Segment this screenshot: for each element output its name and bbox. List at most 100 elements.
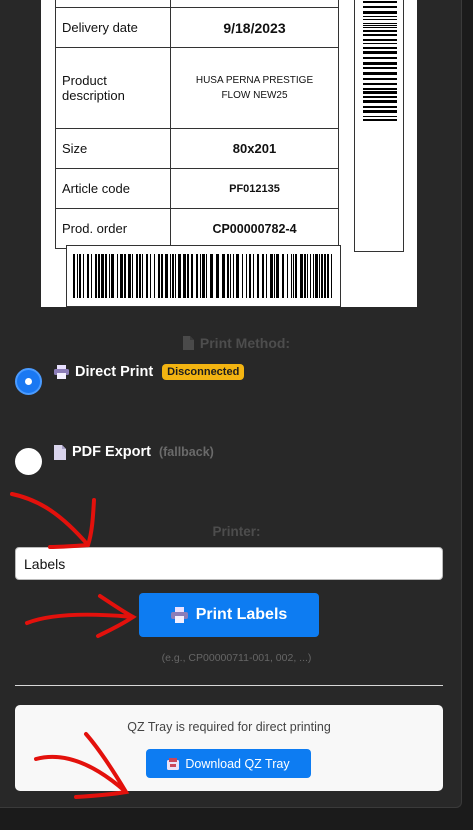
barcode-bar bbox=[363, 100, 397, 103]
row-key: Prod. order bbox=[55, 208, 171, 249]
barcode-bar bbox=[95, 254, 97, 298]
barcode-bar bbox=[300, 254, 303, 298]
table-row: Delivery date 9/18/2023 bbox=[55, 7, 339, 48]
row-key: Size bbox=[55, 128, 171, 169]
barcode-bar bbox=[216, 254, 219, 298]
barcode-bar bbox=[363, 1, 397, 3]
barcode bbox=[66, 245, 341, 307]
barcode-bar bbox=[242, 254, 243, 298]
barcode-bar bbox=[262, 254, 264, 298]
barcode-bar bbox=[257, 254, 259, 298]
prod-order-value: CP00000782-4 bbox=[170, 208, 339, 249]
barcode-bar bbox=[307, 254, 308, 298]
barcode-bar bbox=[191, 254, 193, 298]
barcode-bar bbox=[363, 62, 397, 65]
printer-field[interactable] bbox=[15, 547, 443, 580]
barcode-bar bbox=[222, 254, 225, 298]
table-row bbox=[55, 0, 339, 8]
product-description-value: HUSA PERNA PRESTIGE FLOW NEW25 bbox=[170, 47, 339, 129]
barcode-bar bbox=[363, 30, 397, 32]
barcode-bar bbox=[101, 254, 104, 298]
barcode-bar bbox=[183, 254, 186, 298]
barcode-bar bbox=[175, 254, 176, 298]
barcode-bar bbox=[321, 254, 323, 298]
barcode-bar bbox=[363, 91, 397, 94]
row-key: Product description bbox=[55, 47, 171, 129]
barcode-bar bbox=[295, 254, 297, 298]
barcode-bar bbox=[319, 254, 320, 298]
barcode-bar bbox=[246, 254, 247, 298]
barcode-bar bbox=[363, 78, 397, 80]
barcode-bar bbox=[270, 254, 273, 298]
barcode-bar bbox=[117, 254, 118, 298]
barcode-bar bbox=[165, 254, 168, 298]
barcode-bar bbox=[315, 254, 318, 298]
table-row: Product description HUSA PERNA PRESTIGE … bbox=[55, 47, 339, 129]
barcode-bar bbox=[146, 254, 148, 298]
barcode-bar bbox=[363, 47, 397, 49]
fallback-note: (fallback) bbox=[158, 445, 214, 459]
qz-required-message: QZ Tray is required for direct printing bbox=[127, 720, 331, 734]
printer-icon bbox=[170, 607, 188, 623]
barcode-bar bbox=[253, 254, 254, 298]
barcode-bar bbox=[87, 254, 89, 298]
barcode-bar bbox=[249, 254, 251, 298]
article-code-value: PF012135 bbox=[170, 168, 339, 209]
barcode-bar bbox=[313, 254, 314, 298]
delivery-date-value: 9/18/2023 bbox=[170, 7, 339, 48]
barcode-bar bbox=[120, 254, 123, 298]
barcode-bar bbox=[178, 254, 181, 298]
barcode-bar bbox=[363, 72, 397, 75]
barcode-bar bbox=[136, 254, 138, 298]
barcode-bar bbox=[139, 254, 141, 298]
divider bbox=[15, 685, 443, 686]
label-info-table: Delivery date 9/18/2023 Product descript… bbox=[55, 0, 339, 249]
barcode-bar bbox=[287, 254, 288, 298]
print-labels-button[interactable]: Print Labels bbox=[139, 593, 319, 637]
barcode-bar bbox=[327, 254, 329, 298]
barcode-bar bbox=[132, 254, 133, 298]
barcode-bar bbox=[202, 254, 205, 298]
barcode-bar bbox=[187, 254, 189, 298]
order-format-hint: (e.g., CP00000711-001, 002, ...) bbox=[161, 652, 312, 664]
pdf-export-option[interactable]: PDF Export (fallback) bbox=[54, 444, 214, 460]
barcode-bar bbox=[105, 254, 107, 298]
row-key: Delivery date bbox=[55, 7, 171, 48]
barcode-bar bbox=[77, 254, 78, 298]
barcode-bar bbox=[124, 254, 126, 298]
qz-tray-notice: QZ Tray is required for direct printing … bbox=[15, 705, 443, 791]
table-row: Article code PF012135 bbox=[55, 168, 339, 209]
barcode-bar bbox=[363, 23, 397, 24]
barcode-bar bbox=[98, 254, 100, 298]
barcode-bar bbox=[363, 16, 397, 17]
barcode-bar bbox=[291, 254, 292, 298]
pdf-export-radio[interactable] bbox=[15, 448, 42, 475]
barcode-bar bbox=[363, 67, 397, 69]
barcode-bar bbox=[266, 254, 267, 298]
barcode-bar bbox=[363, 57, 397, 59]
barcode-bar bbox=[363, 116, 397, 117]
barcode-bar bbox=[170, 254, 171, 298]
barcode-bar bbox=[109, 254, 110, 298]
barcode-bar bbox=[363, 88, 397, 90]
printer-icon bbox=[54, 365, 69, 379]
barcode-bar bbox=[363, 27, 397, 28]
download-icon bbox=[167, 757, 180, 770]
barcode-bar bbox=[363, 51, 397, 54]
barcode-bar bbox=[230, 254, 231, 298]
barcode-bar bbox=[363, 119, 397, 121]
barcode-bar bbox=[304, 254, 306, 298]
label-preview: Delivery date 9/18/2023 Product descript… bbox=[41, 0, 417, 307]
table-row: Size 80x201 bbox=[55, 128, 339, 169]
direct-print-radio[interactable] bbox=[15, 368, 42, 395]
barcode-bar bbox=[73, 254, 75, 298]
barcode-bar bbox=[363, 11, 397, 14]
barcode-bar bbox=[363, 106, 397, 108]
download-qz-tray-button[interactable]: Download QZ Tray bbox=[146, 749, 311, 778]
barcode-bar bbox=[363, 39, 397, 41]
print-method-title: Print Method: bbox=[0, 335, 473, 351]
barcode-bar bbox=[91, 254, 92, 298]
barcode-bar bbox=[363, 25, 397, 26]
barcode-bar bbox=[233, 254, 234, 298]
direct-print-option[interactable]: Direct Print Disconnected bbox=[54, 364, 245, 380]
